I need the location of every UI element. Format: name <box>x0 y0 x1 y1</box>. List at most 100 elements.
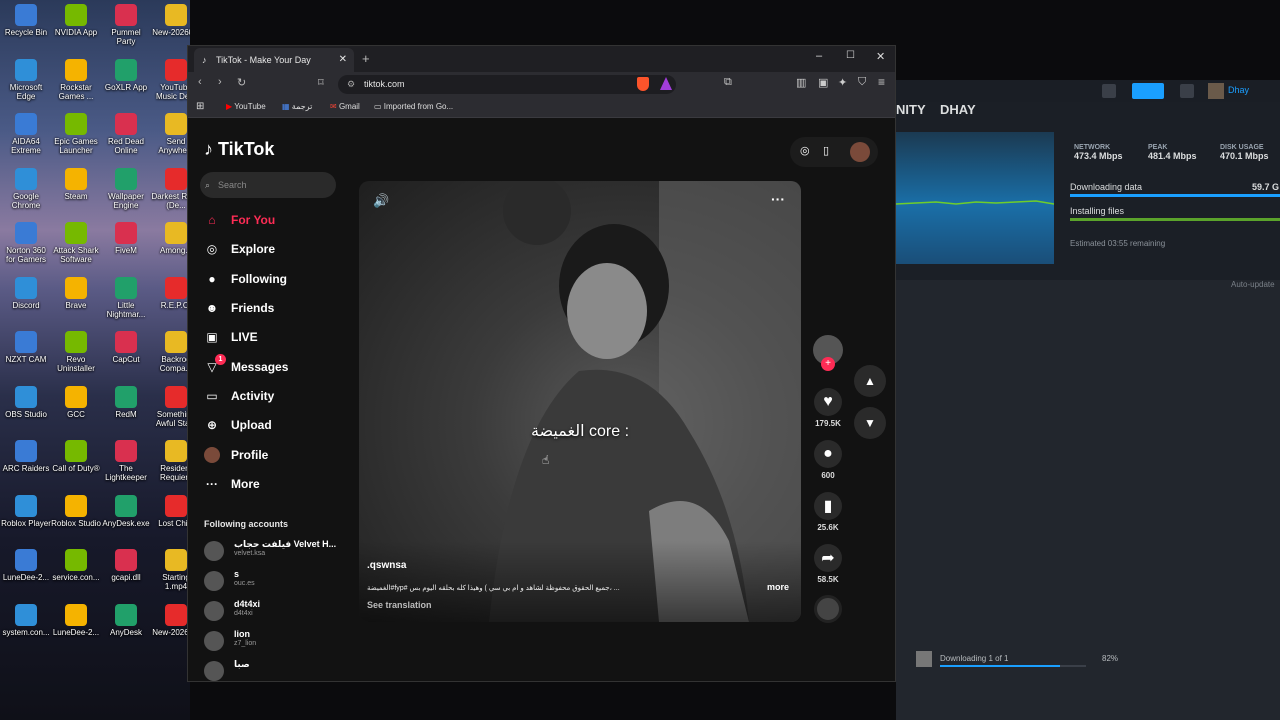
bookmark-icon[interactable]: ▮ <box>814 492 842 520</box>
desktop-icon[interactable]: Red Dead Online <box>101 113 151 155</box>
back-icon[interactable]: ‹ <box>198 76 202 88</box>
sidebar-item-more[interactable]: ··· More <box>204 473 354 495</box>
sidebar-item-live[interactable]: ▣ LIVE <box>204 326 354 348</box>
sidebar-item-upload[interactable]: ⊕ Upload <box>204 414 354 436</box>
volume-icon[interactable]: 🔊 <box>373 193 389 209</box>
tab-close-icon[interactable]: ✕ <box>339 48 347 72</box>
steam-account-name[interactable]: Dhay <box>1228 85 1249 95</box>
desktop-icon[interactable]: The Lightkeeper <box>101 440 151 482</box>
video-player[interactable]: 🔊 ··· الغميضة core : ☝ .qswnsa الغميضة#f… <box>359 181 801 622</box>
desktop-icon[interactable]: OBS Studio <box>1 385 51 419</box>
sidebar-item-explore[interactable]: ◎ Explore <box>204 238 354 260</box>
like-action[interactable]: ♥ 179.5K <box>810 388 846 428</box>
bookmark-page-icon[interactable]: ⌑ <box>318 76 324 89</box>
sidebar-item-activity[interactable]: ▭ Activity <box>204 385 354 407</box>
steam-nav-user[interactable]: DHAY <box>940 102 976 117</box>
new-tab-icon[interactable]: + <box>362 51 370 66</box>
desktop-icon[interactable]: NZXT CAM <box>1 331 51 364</box>
user-avatar[interactable] <box>850 142 870 162</box>
address-bar[interactable]: ⚙ tiktok.com <box>338 75 676 94</box>
desktop-icon[interactable]: RedM <box>101 385 151 419</box>
desktop-icon[interactable]: FiveM <box>101 222 151 255</box>
desktop-icon[interactable]: Roblox Studio <box>51 494 101 528</box>
desktop-icon[interactable]: Send Anywhe... <box>151 113 190 155</box>
video-more-link[interactable]: more <box>767 582 789 592</box>
sidebar-item-messages[interactable]: ▽ Messages 1 <box>204 354 354 378</box>
desktop-icon[interactable]: Pummel Party <box>101 4 151 46</box>
bookmark-translate[interactable]: ▦ ترجمة <box>282 96 312 118</box>
desktop-icon[interactable]: system.con... <box>1 603 51 637</box>
desktop-icon[interactable]: Steam <box>51 167 101 201</box>
desktop-icon[interactable]: YouTube Music De... <box>151 58 190 101</box>
bookmark-youtube[interactable]: ▶ YouTube <box>226 96 266 118</box>
desktop-icon[interactable]: Google Chrome <box>1 167 51 210</box>
desktop-icon[interactable]: LuneDee-2... <box>51 603 101 637</box>
desktop-icon[interactable]: Wallpaper Engine <box>101 167 151 210</box>
desktop-icon[interactable]: Call of Duty® <box>51 440 101 473</box>
desktop-icon[interactable]: Among... <box>151 222 190 255</box>
brave-shield-icon[interactable] <box>637 77 649 91</box>
desktop-icon[interactable]: Recycle Bin <box>1 4 51 37</box>
desktop-icon[interactable]: gcapi.dll <box>101 549 151 582</box>
following-account[interactable]: d4t4xi d4t4xi <box>204 599 344 627</box>
following-account[interactable]: صبا <box>204 659 344 681</box>
desktop-icon[interactable]: ARC Raiders <box>1 440 51 473</box>
comment-action[interactable]: ● 600 <box>810 440 846 480</box>
share-icon[interactable]: ➦ <box>814 544 842 572</box>
bookmark-imported-folder[interactable]: ▭ Imported from Go... <box>374 96 453 118</box>
desktop-icon[interactable]: Attack Shark Software <box>51 222 101 264</box>
desktop-icon[interactable]: CapCut <box>101 331 151 364</box>
next-video-button[interactable]: ▼ <box>854 407 886 439</box>
desktop-icon[interactable]: Discord <box>1 276 51 310</box>
video-options-icon[interactable]: ··· <box>771 191 785 207</box>
desktop-icon[interactable]: GoXLR App <box>101 58 151 92</box>
desktop-icon[interactable]: Roblox Player <box>1 494 51 528</box>
follow-plus-icon[interactable]: + <box>821 357 835 371</box>
desktop-icon[interactable]: AnyDesk.exe <box>101 494 151 528</box>
heart-icon[interactable]: ♥ <box>814 388 842 416</box>
music-disc-icon[interactable] <box>814 595 842 623</box>
previous-video-button[interactable]: ▲ <box>854 365 886 397</box>
desktop-icon[interactable]: NVIDIA App <box>51 4 101 37</box>
sidebar-item-profile[interactable]: Profile <box>204 444 354 466</box>
desktop-icon[interactable]: AnyDesk <box>101 603 151 637</box>
desktop-icon[interactable]: Lost Child <box>151 494 190 528</box>
desktop-icon[interactable]: Brave <box>51 276 101 310</box>
desktop-icon[interactable]: Rockstar Games ... <box>51 58 101 101</box>
minimize-icon[interactable]: – <box>816 50 822 62</box>
close-window-icon[interactable]: ✕ <box>876 50 885 63</box>
desktop-icon[interactable]: Norton 360 for Gamers <box>1 222 51 264</box>
desktop-icon[interactable]: Starting 1.mp4 <box>151 549 190 591</box>
desktop-icon[interactable]: Darkest Road (De... <box>151 167 190 210</box>
creator-avatar-block[interactable]: + <box>810 335 846 371</box>
comment-icon[interactable]: ● <box>814 440 842 468</box>
leo-ai-icon[interactable]: ✦ <box>838 76 847 89</box>
desktop-icon[interactable]: GCC <box>51 385 101 419</box>
steam-notification-icon[interactable] <box>1180 84 1194 98</box>
steam-community-icon[interactable] <box>1102 84 1116 98</box>
sidebar-icon[interactable]: ▥ <box>796 76 806 89</box>
video-username[interactable]: .qswnsa <box>367 560 406 571</box>
apps-grid-icon[interactable]: ⊞ <box>196 96 204 118</box>
extensions-icon[interactable]: ⧉ <box>724 76 732 89</box>
desktop-icon[interactable]: Microsoft Edge <box>1 58 51 101</box>
auto-update-label[interactable]: Auto-update <box>1231 280 1275 289</box>
sidebar-item-friends[interactable]: ☻ Friends <box>204 297 354 319</box>
desktop-icon[interactable]: Little Nightmar... <box>101 276 151 319</box>
following-account[interactable]: فيلفت حجاب Velvet H... velvet.ksa <box>204 539 344 567</box>
wallet-icon[interactable]: ▣ <box>818 76 828 89</box>
desktop-icon[interactable]: service.con... <box>51 549 101 582</box>
search-input[interactable]: ⌕ Search <box>200 172 336 198</box>
sound-disc[interactable] <box>810 595 846 623</box>
menu-icon[interactable]: ≡ <box>878 75 885 89</box>
see-translation-link[interactable]: See translation <box>367 600 432 610</box>
device-icon[interactable]: ▯ <box>823 144 829 157</box>
maximize-icon[interactable]: ☐ <box>846 50 855 61</box>
desktop-icon[interactable]: Epic Games Launcher <box>51 113 101 155</box>
save-action[interactable]: ▮ 25.6K <box>810 492 846 532</box>
footer-status[interactable]: Downloading 1 of 1 <box>940 654 1009 663</box>
following-account[interactable]: lion z7_lion <box>204 629 344 657</box>
bookmark-gmail[interactable]: ✉ Gmail <box>330 96 360 118</box>
vpn-icon[interactable]: ⛉ <box>858 76 866 89</box>
following-account[interactable]: s ouc.es <box>204 569 344 597</box>
